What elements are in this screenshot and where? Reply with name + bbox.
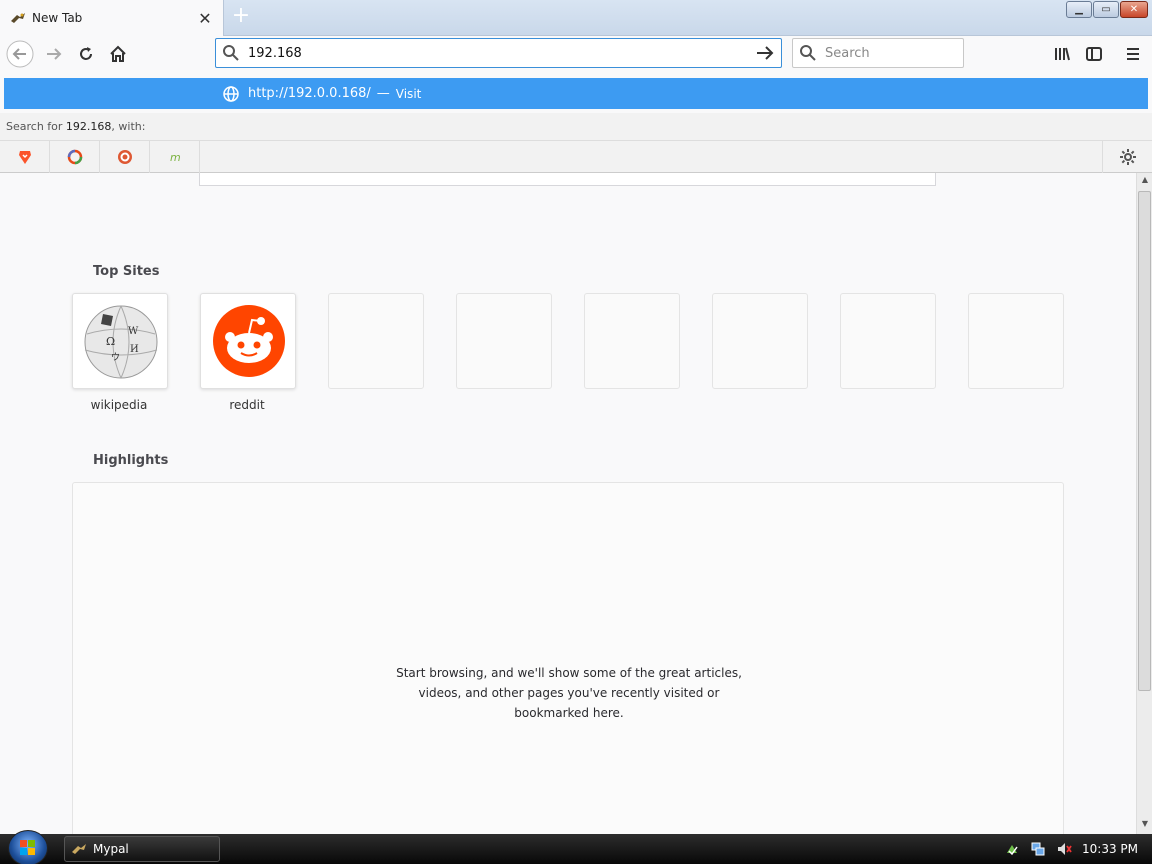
wikipedia-globe-icon: Ω W И ウ [84,305,158,379]
search-engine-brave[interactable] [0,141,50,173]
gear-icon [1119,149,1136,165]
search-engine-duckduckgo[interactable] [100,141,150,173]
clock[interactable]: 10:33 PM [1082,842,1138,856]
empty-message-line: videos, and other pages you've recently … [418,686,720,700]
duckduckgo-icon [117,150,132,164]
back-arrow-icon [6,40,34,68]
tab-close-icon[interactable]: ✕ [197,9,213,28]
mojeek-icon: m [170,151,181,164]
top-site-empty[interactable] [840,293,936,389]
mypal-icon [72,844,86,854]
search-prefix: Search for [6,120,63,133]
taskbar: Mypal 10:33 PM [0,830,1152,864]
top-site-wikipedia[interactable]: Ω W И ウ [72,293,168,389]
hamburger-icon [1127,48,1139,60]
home-icon [110,45,126,62]
svg-text:W: W [128,326,139,337]
sidebar-button[interactable] [1080,40,1108,68]
top-site-empty[interactable] [712,293,808,389]
empty-message-line: Start browsing, and we'll show some of t… [396,666,742,680]
highlights-empty-message: Start browsing, and we'll show some of t… [73,663,1065,723]
minimize-button[interactable]: ▁ [1066,1,1092,18]
reload-icon [80,47,92,60]
system-tray: 10:33 PM [1004,834,1152,864]
svg-text:Ω: Ω [106,335,115,348]
autocomplete-separator: — [376,86,390,101]
search-icon [223,45,239,61]
windows-logo-icon [20,840,35,855]
maximize-button[interactable]: ▭ [1093,1,1119,18]
url-input[interactable]: 192.168 [248,46,755,61]
scroll-thumb[interactable] [1138,191,1151,691]
empty-message-line: bookmarked here. [514,706,624,720]
top-site-empty[interactable] [328,293,424,389]
window-controls: ▁ ▭ ✕ [1066,1,1148,18]
autocomplete-visit-row[interactable]: http://192.0.0.168/ — Visit [4,78,1148,109]
search-with-label: Search for 192.168, with: [0,113,1152,140]
nav-bar: 192.168 Search [0,36,1152,72]
svg-text:ウ: ウ [111,352,120,363]
brave-icon [18,151,31,164]
top-site-reddit[interactable] [200,293,296,389]
new-tab-button[interactable]: + [228,4,254,30]
taskbar-mypal-button[interactable]: Mypal [64,836,220,862]
sidebar-icon [1086,47,1102,61]
forward-button[interactable] [40,40,68,68]
highlights-panel: Start browsing, and we'll show some of t… [72,482,1064,834]
top-site-empty[interactable] [584,293,680,389]
back-button[interactable] [6,40,34,68]
top-site-empty[interactable] [456,293,552,389]
search-suffix: , with: [111,120,146,133]
page-search-box[interactable] [199,173,936,186]
reddit-icon [213,305,285,377]
new-tab-page: Top Sites Ω W И ウ wikipedia reddit Highl… [0,173,1136,834]
top-site-label: wikipedia [90,398,148,412]
library-icon [1055,47,1070,61]
go-arrow-icon[interactable] [755,43,775,63]
safely-remove-icon[interactable] [1004,841,1020,857]
tab-new-tab[interactable]: New Tab ✕ [0,0,224,36]
url-bar[interactable]: 192.168 [215,38,782,68]
vertical-scrollbar[interactable]: ▲ ▼ [1136,173,1152,834]
autocomplete-action: Visit [395,86,422,101]
search-engine-mojeek[interactable]: m [150,141,200,173]
top-site-label: reddit [229,398,265,412]
home-button[interactable] [104,40,132,68]
tab-bar: New Tab ✕ + ▁ ▭ ✕ [0,0,1152,36]
highlights-title: Highlights [93,453,169,468]
taskbar-task-label: Mypal [93,842,129,856]
scroll-up-icon[interactable]: ▲ [1137,175,1152,189]
scroll-down-icon[interactable]: ▼ [1137,819,1152,833]
svg-text:И: И [130,344,139,355]
start-button[interactable] [8,830,48,864]
search-placeholder: Search [825,45,870,61]
mypal-icon [11,13,25,23]
top-sites-title: Top Sites [93,264,160,279]
tab-title: New Tab [32,11,83,25]
reload-button[interactable] [72,40,100,68]
close-window-button[interactable]: ✕ [1120,1,1148,18]
search-input[interactable]: Search [792,38,964,68]
search-icon [800,45,816,61]
search-term: 192.168 [65,120,112,133]
search-engine-bar: m [0,140,1152,173]
svg-text:m: m [170,151,181,164]
menu-button[interactable] [1119,40,1147,68]
search-engine-qwant[interactable] [50,141,100,173]
volume-muted-icon[interactable] [1056,841,1072,857]
autocomplete-url: http://192.0.0.168/ [248,86,371,101]
globe-icon [223,85,239,102]
library-button[interactable] [1048,40,1076,68]
qwant-icon [67,149,82,165]
forward-arrow-icon [47,48,62,60]
top-site-empty[interactable] [968,293,1064,389]
network-icon[interactable] [1030,841,1046,857]
search-settings-button[interactable] [1102,141,1152,173]
